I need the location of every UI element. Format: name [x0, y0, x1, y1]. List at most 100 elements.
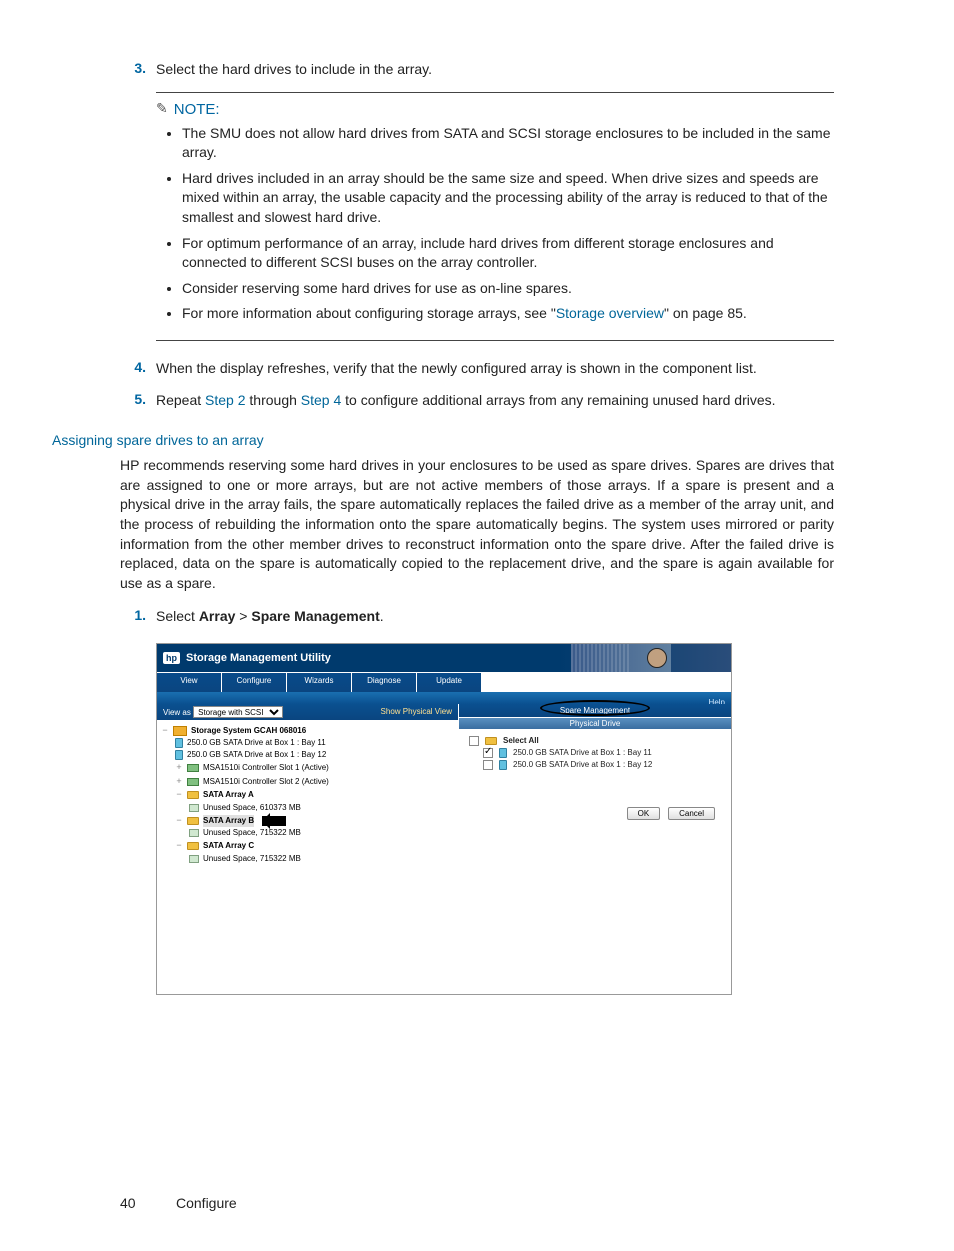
drive-row-2[interactable]: 250.0 GB SATA Drive at Box 1 : Bay 12 [469, 759, 721, 771]
tree-array-b-space[interactable]: Unused Space, 715322 MB [161, 827, 454, 839]
smu-menubar: View Configure Wizards Diagnose Update [157, 672, 731, 692]
tree-arrC-label: SATA Array C [203, 840, 254, 852]
viewas-select[interactable]: Storage with SCSI [193, 706, 283, 718]
menu-wizards[interactable]: Wizards [287, 673, 352, 692]
smu-body: View as Storage with SCSI Show Physical … [157, 704, 731, 994]
note-item-4: Consider reserving some hard drives for … [182, 279, 834, 299]
smu-right-panel: Spare Management Physical Drive Select A… [459, 704, 731, 994]
step-4: 4. When the display refreshes, verify th… [120, 359, 834, 379]
note-list: The SMU does not allow hard drives from … [156, 124, 834, 324]
tree-drive-2[interactable]: 250.0 GB SATA Drive at Box 1 : Bay 12 [161, 749, 454, 761]
s5-c: to configure additional arrays from any … [341, 392, 775, 408]
spare-step-1-text: Select Array > Spare Management. [156, 607, 834, 627]
collapse-icon[interactable]: − [175, 814, 183, 828]
drive-icon [499, 760, 507, 770]
note-item-5: For more information about configuring s… [182, 304, 834, 324]
select-all-row[interactable]: Select All [469, 735, 721, 747]
step-4-text: When the display refreshes, verify that … [156, 359, 834, 379]
expand-icon[interactable]: + [175, 761, 183, 775]
note-item-1: The SMU does not allow hard drives from … [182, 124, 834, 163]
collapse-icon[interactable]: − [161, 724, 169, 738]
drive-2-checkbox[interactable] [483, 760, 493, 770]
step-5: 5. Repeat Step 2 through Step 4 to confi… [120, 391, 834, 411]
tree-controller-1[interactable]: + MSA1510i Controller Slot 1 (Active) [161, 761, 454, 775]
storage-overview-link[interactable]: Storage overview [556, 305, 664, 321]
pointer-arrow-icon [262, 816, 286, 826]
note-5a: For more information about configuring s… [182, 305, 556, 321]
drive-1-label: 250.0 GB SATA Drive at Box 1 : Bay 11 [513, 748, 652, 757]
array-icon [187, 842, 199, 850]
note-item-3: For optimum performance of an array, inc… [182, 234, 834, 273]
show-physical-view-link[interactable]: Show Physical View [381, 707, 452, 716]
menu-configure[interactable]: Configure [222, 673, 287, 692]
page: 3. Select the hard drives to include in … [0, 0, 954, 1251]
cancel-button[interactable]: Cancel [668, 807, 715, 820]
menu-update[interactable]: Update [417, 673, 482, 692]
ss-e: . [380, 608, 384, 624]
page-number: 40 [120, 1195, 156, 1211]
right-title-label: Spare Management [560, 706, 630, 715]
s5-b: through [246, 392, 301, 408]
unused-space-icon [189, 855, 199, 863]
step-5-text: Repeat Step 2 through Step 4 to configur… [156, 391, 834, 411]
collapse-icon[interactable]: − [175, 788, 183, 802]
tree-arrB-label: SATA Array B [203, 815, 254, 827]
step-4-number: 4. [120, 359, 156, 379]
tree-array-a[interactable]: − SATA Array A [161, 788, 454, 802]
right-panel-subtitle: Physical Drive [459, 717, 731, 729]
select-all-checkbox[interactable] [469, 736, 479, 746]
storage-system-icon [173, 726, 187, 736]
tree-array-c[interactable]: − SATA Array C [161, 839, 454, 853]
tree-array-a-space[interactable]: Unused Space, 610373 MB [161, 802, 454, 814]
tree-drive-1[interactable]: 250.0 GB SATA Drive at Box 1 : Bay 11 [161, 737, 454, 749]
step4-link[interactable]: Step 4 [301, 392, 341, 408]
spare-paragraph: HP recommends reserving some hard drives… [120, 456, 834, 593]
right-drive-list: Select All 250.0 GB SATA Drive at Box 1 … [459, 729, 731, 777]
collapse-icon[interactable]: − [175, 839, 183, 853]
tree-storage-system[interactable]: − Storage System GCAH 068016 [161, 724, 454, 738]
tree-arrC-sp-label: Unused Space, 715322 MB [203, 853, 301, 865]
drive-icon [499, 748, 507, 758]
step-3-text: Select the hard drives to include in the… [156, 60, 834, 80]
array-icon [187, 817, 199, 825]
menu-view[interactable]: View [157, 673, 222, 692]
ok-button[interactable]: OK [627, 807, 661, 820]
unused-space-icon [189, 804, 199, 812]
note-item-2: Hard drives included in an array should … [182, 169, 834, 228]
smu-title-text: Storage Management Utility [186, 652, 331, 664]
controller-icon [187, 764, 199, 772]
smu-screenshot: hp Storage Management Utility View Confi… [156, 643, 732, 995]
right-panel-title: Spare Management [459, 704, 731, 717]
chapter-name: Configure [176, 1195, 237, 1211]
expand-icon[interactable]: + [175, 775, 183, 789]
tree-array-c-space[interactable]: Unused Space, 715322 MB [161, 853, 454, 865]
smu-helpbar: Help [157, 692, 731, 704]
tree-ctrl2-label: MSA1510i Controller Slot 2 (Active) [203, 776, 329, 788]
button-row: OK Cancel [459, 777, 731, 820]
smu-title: hp Storage Management Utility [163, 652, 331, 664]
viewas-label: View as [163, 708, 191, 717]
drive-icon [175, 750, 183, 760]
smu-titlebar: hp Storage Management Utility [157, 644, 731, 672]
select-all-label: Select All [503, 736, 539, 745]
drive-1-checkbox[interactable] [483, 748, 493, 758]
tree-drive-1-label: 250.0 GB SATA Drive at Box 1 : Bay 11 [187, 737, 326, 749]
ss-c: > [235, 608, 251, 624]
note-block: ✎ NOTE: The SMU does not allow hard driv… [156, 92, 834, 341]
tree-drive-2-label: 250.0 GB SATA Drive at Box 1 : Bay 12 [187, 749, 326, 761]
menu-diagnose[interactable]: Diagnose [352, 673, 417, 692]
array-icon [485, 737, 497, 745]
ss-b: Array [199, 608, 236, 624]
array-icon [187, 791, 199, 799]
ss-a: Select [156, 608, 199, 624]
tree-controller-2[interactable]: + MSA1510i Controller Slot 2 (Active) [161, 775, 454, 789]
note-5b: " on page 85. [664, 305, 747, 321]
tree-ctrl1-label: MSA1510i Controller Slot 1 (Active) [203, 762, 329, 774]
tree-array-b[interactable]: − SATA Array B [161, 814, 454, 828]
tree: − Storage System GCAH 068016 250.0 GB SA… [157, 720, 458, 869]
s5-a: Repeat [156, 392, 205, 408]
drive-row-1[interactable]: 250.0 GB SATA Drive at Box 1 : Bay 11 [469, 747, 721, 759]
step-3-number: 3. [120, 60, 156, 80]
step2-link[interactable]: Step 2 [205, 392, 245, 408]
note-icon: ✎ [156, 99, 168, 119]
